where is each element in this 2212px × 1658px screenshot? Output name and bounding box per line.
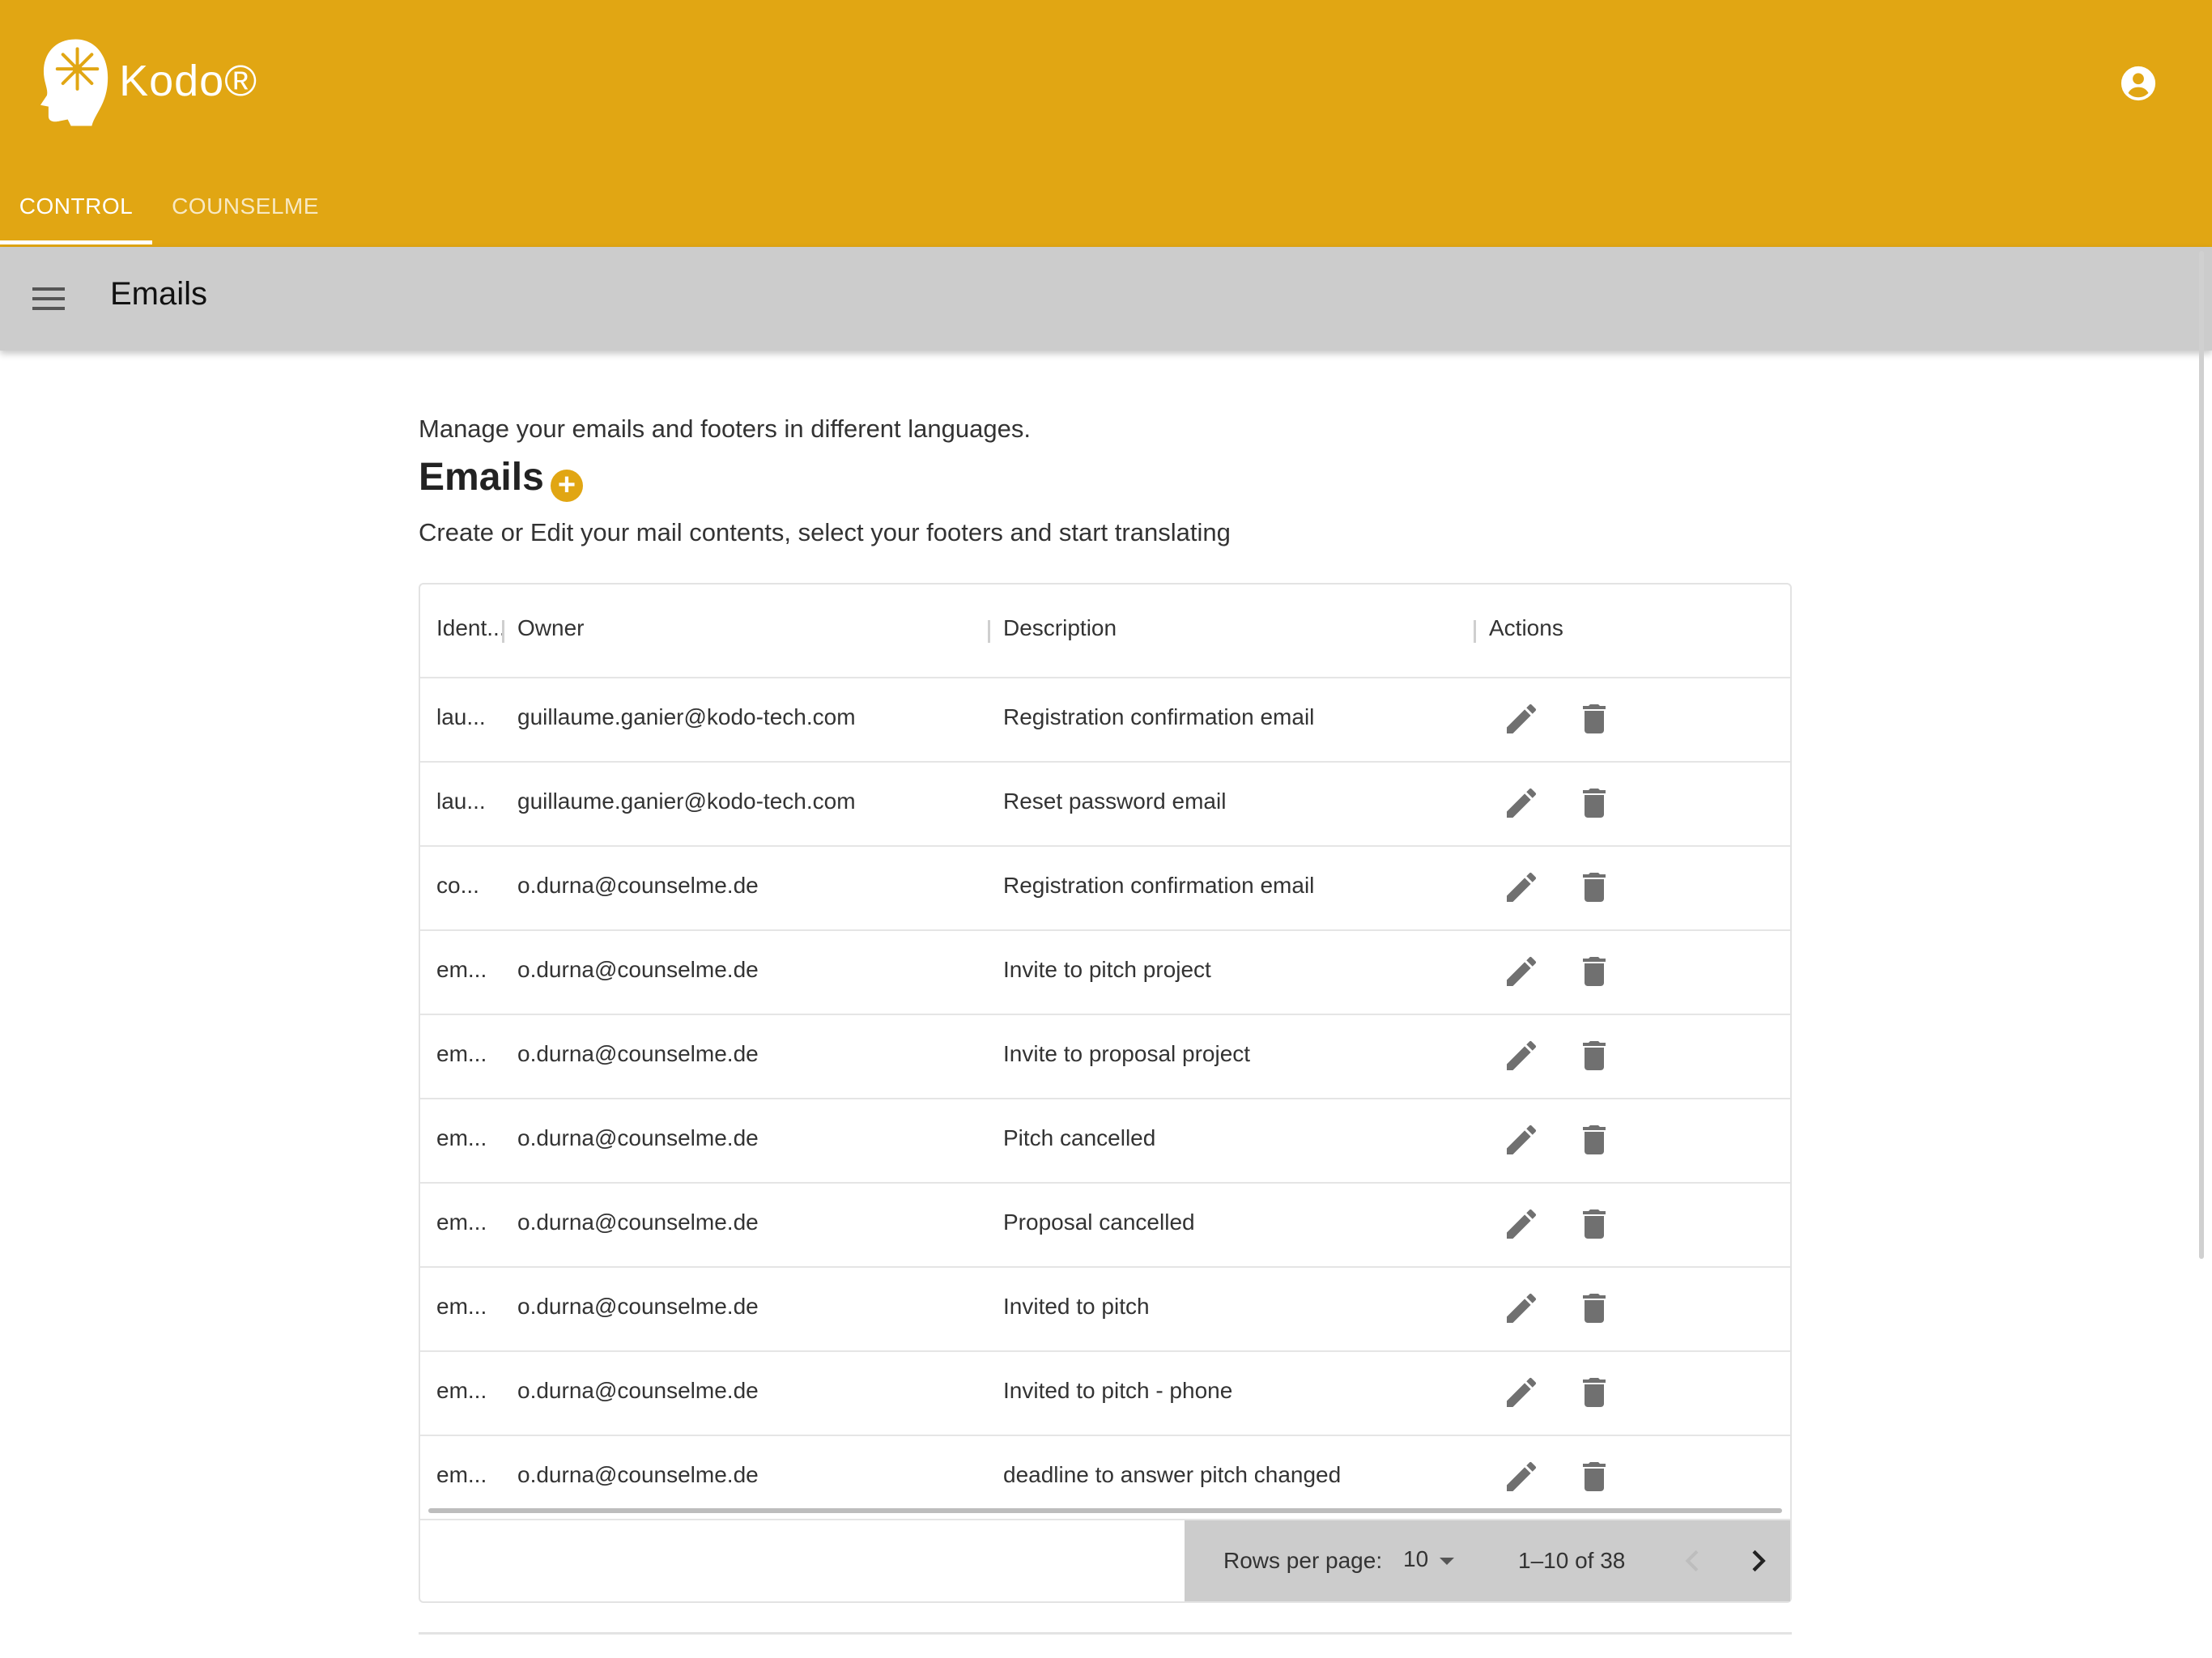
cell-owner: o.durna@counselme.de — [517, 957, 759, 982]
cell-description: Invited to pitch — [1003, 1294, 1150, 1319]
chevron-right-icon[interactable] — [1742, 1545, 1774, 1577]
cell-identifier: lau... — [436, 789, 486, 814]
cell-identifier: em... — [436, 1041, 487, 1066]
table-row[interactable]: em... o.durna@counselme.de Invited to pitc… — [420, 1266, 1790, 1352]
emails-table: Ident... Owner Description Actions lau..… — [419, 583, 1792, 1603]
pencil-icon[interactable] — [1502, 1120, 1541, 1159]
app-bar: Kodo® CONTROL COUNSELME — [0, 0, 2212, 247]
cell-identifier: em... — [436, 957, 487, 982]
cell-description: Registration confirmation email — [1003, 704, 1315, 729]
table-row[interactable]: em... o.durna@counselme.de Proposal cancel… — [420, 1182, 1790, 1268]
column-header-identifier[interactable]: Ident... — [436, 615, 506, 641]
cell-identifier: em... — [436, 1378, 487, 1403]
table-row[interactable]: em... o.durna@counselme.de Pitch cancelled — [420, 1098, 1790, 1184]
trash-icon[interactable] — [1575, 1120, 1614, 1159]
table-pagination: Rows per page: 10 1–10 of 38 — [420, 1520, 1790, 1601]
brand-name: Kodo® — [119, 57, 257, 105]
pencil-icon[interactable] — [1502, 784, 1541, 823]
trash-icon[interactable] — [1575, 1457, 1614, 1496]
cell-owner: o.durna@counselme.de — [517, 1294, 759, 1319]
cell-description: Invited to pitch - phone — [1003, 1378, 1233, 1403]
cell-description: Pitch cancelled — [1003, 1125, 1156, 1150]
dropdown-arrow-icon[interactable] — [1440, 1558, 1454, 1565]
column-header-owner[interactable]: Owner — [517, 615, 584, 641]
cell-description: Registration confirmation email — [1003, 873, 1315, 898]
table-row[interactable]: lau... guillaume.ganier@kodo-tech.com Rese… — [420, 761, 1790, 847]
cell-identifier: em... — [436, 1125, 487, 1150]
column-resize-handle[interactable] — [502, 620, 504, 643]
account-circle-icon[interactable] — [2120, 65, 2157, 102]
pencil-icon[interactable] — [1502, 699, 1541, 738]
trash-icon[interactable] — [1575, 699, 1614, 738]
table-horizontal-scrollbar[interactable] — [428, 1508, 1782, 1513]
add-email-button[interactable]: + — [551, 470, 583, 502]
tab-counselme[interactable]: COUNSELME — [152, 178, 338, 244]
column-header-description[interactable]: Description — [1003, 615, 1117, 641]
trash-icon[interactable] — [1575, 952, 1614, 991]
rows-per-page-label: Rows per page: — [1223, 1548, 1383, 1573]
trash-icon[interactable] — [1575, 868, 1614, 907]
cell-identifier: em... — [436, 1209, 487, 1235]
table-header: Ident... Owner Description Actions — [420, 585, 1790, 678]
section-divider — [419, 1632, 1792, 1635]
cell-owner: o.durna@counselme.de — [517, 1125, 759, 1150]
cell-identifier: co... — [436, 873, 479, 898]
cell-identifier: lau... — [436, 704, 486, 729]
cell-owner: o.durna@counselme.de — [517, 1041, 759, 1066]
page-subheading: Create or Edit your mail contents, selec… — [419, 518, 1231, 546]
pencil-icon[interactable] — [1502, 952, 1541, 991]
chevron-left-icon[interactable] — [1677, 1545, 1709, 1577]
table-row[interactable]: lau... guillaume.ganier@kodo-tech.com Regi… — [420, 677, 1790, 763]
cell-description: Reset password email — [1003, 789, 1227, 814]
trash-icon[interactable] — [1575, 1373, 1614, 1412]
page-intro: Manage your emails and footers in differ… — [419, 414, 1031, 443]
page-scrollbar[interactable] — [2199, 251, 2204, 1259]
trash-icon[interactable] — [1575, 1036, 1614, 1075]
page-toolbar: Emails — [0, 247, 2212, 351]
pencil-icon[interactable] — [1502, 1457, 1541, 1496]
menu-icon[interactable] — [32, 283, 68, 315]
cell-description: Invite to proposal project — [1003, 1041, 1251, 1066]
rows-per-page-select[interactable]: 10 — [1403, 1546, 1428, 1572]
cell-identifier: em... — [436, 1462, 487, 1487]
pencil-icon[interactable] — [1502, 1373, 1541, 1412]
trash-icon[interactable] — [1575, 1205, 1614, 1244]
page-title: Emails — [419, 456, 544, 499]
cell-owner: o.durna@counselme.de — [517, 1462, 759, 1487]
table-row[interactable]: em... o.durna@counselme.de Invited to pitc… — [420, 1350, 1790, 1436]
cell-description: Proposal cancelled — [1003, 1209, 1195, 1235]
cell-identifier: em... — [436, 1294, 487, 1319]
toolbar-title: Emails — [110, 276, 208, 312]
trash-icon[interactable] — [1575, 784, 1614, 823]
column-resize-handle[interactable] — [1474, 620, 1476, 643]
column-header-actions: Actions — [1489, 615, 1563, 640]
pencil-icon[interactable] — [1502, 1289, 1541, 1328]
table-row[interactable]: co... o.durna@counselme.de Registration co… — [420, 845, 1790, 931]
cell-owner: o.durna@counselme.de — [517, 873, 759, 898]
table-row[interactable]: em... o.durna@counselme.de Invite to propo… — [420, 1014, 1790, 1099]
cell-description: Invite to pitch project — [1003, 957, 1211, 982]
trash-icon[interactable] — [1575, 1289, 1614, 1328]
cell-owner: guillaume.ganier@kodo-tech.com — [517, 789, 856, 814]
cell-owner: o.durna@counselme.de — [517, 1378, 759, 1403]
pagination-range: 1–10 of 38 — [1518, 1548, 1626, 1573]
cell-owner: o.durna@counselme.de — [517, 1209, 759, 1235]
pencil-icon[interactable] — [1502, 1205, 1541, 1244]
brand-logo[interactable]: Kodo® — [39, 32, 257, 130]
brain-head-icon — [40, 39, 108, 126]
cell-description: deadline to answer pitch changed — [1003, 1462, 1342, 1487]
tab-control[interactable]: CONTROL — [0, 178, 152, 244]
cell-owner: guillaume.ganier@kodo-tech.com — [517, 704, 856, 729]
pencil-icon[interactable] — [1502, 868, 1541, 907]
table-row[interactable]: em... o.durna@counselme.de Invite to pitch… — [420, 929, 1790, 1015]
column-resize-handle[interactable] — [988, 620, 990, 643]
pencil-icon[interactable] — [1502, 1036, 1541, 1075]
